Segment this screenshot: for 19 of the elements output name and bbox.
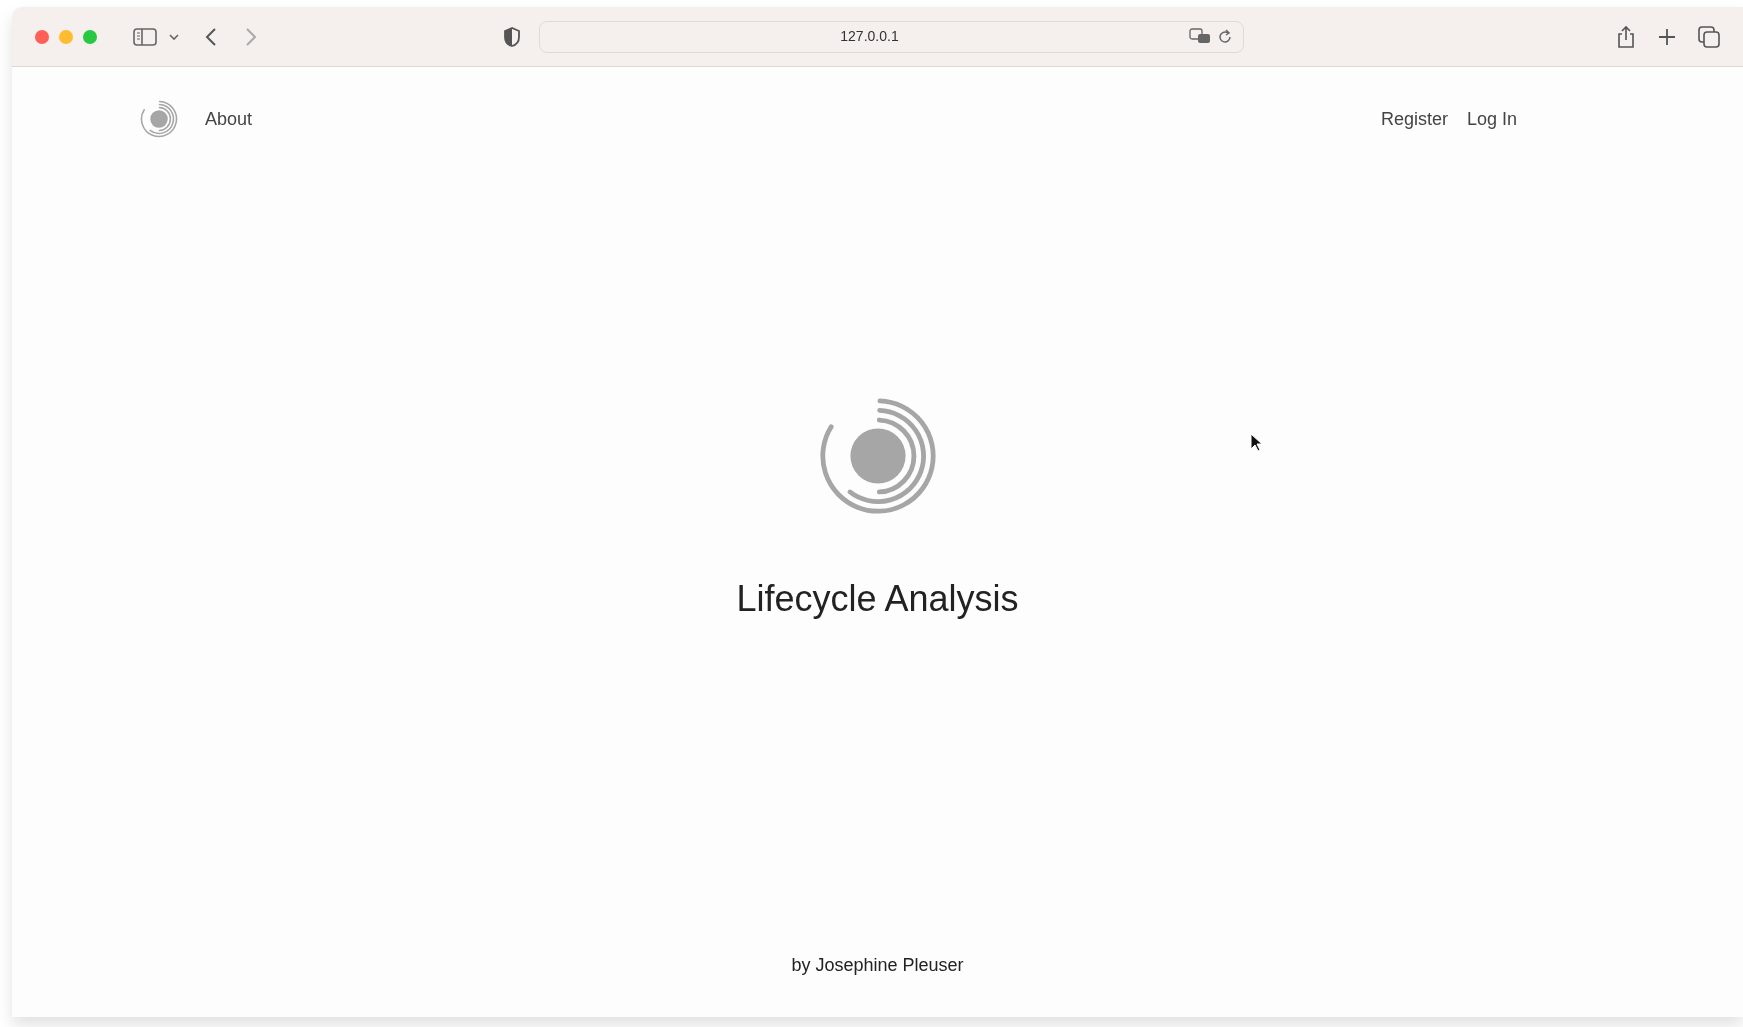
plus-icon[interactable] xyxy=(1658,27,1676,46)
page-title: Lifecycle Analysis xyxy=(736,577,1019,621)
close-window-button[interactable] xyxy=(35,29,49,44)
sidebar-icon[interactable] xyxy=(133,26,157,47)
nav-link[interactable]: Log In xyxy=(1466,105,1517,133)
nav-link[interactable]: Register xyxy=(1380,105,1448,133)
nav-link[interactable]: About xyxy=(205,105,253,133)
share-icon[interactable] xyxy=(1616,24,1636,49)
footer-text: by Josephine Pleuser xyxy=(790,954,965,977)
back-icon[interactable] xyxy=(205,26,217,47)
logo-icon xyxy=(817,396,938,516)
reload-icon[interactable] xyxy=(1217,28,1233,45)
tabs-icon[interactable] xyxy=(1698,25,1720,48)
shield-icon[interactable] xyxy=(503,26,521,47)
translate-icon[interactable] xyxy=(1189,27,1211,46)
address-bar[interactable]: 127.0.0.1 xyxy=(539,20,1244,53)
address-text: 127.0.0.1 xyxy=(839,27,900,46)
cursor-icon xyxy=(1250,433,1264,453)
chevron-down-icon[interactable] xyxy=(169,32,179,41)
